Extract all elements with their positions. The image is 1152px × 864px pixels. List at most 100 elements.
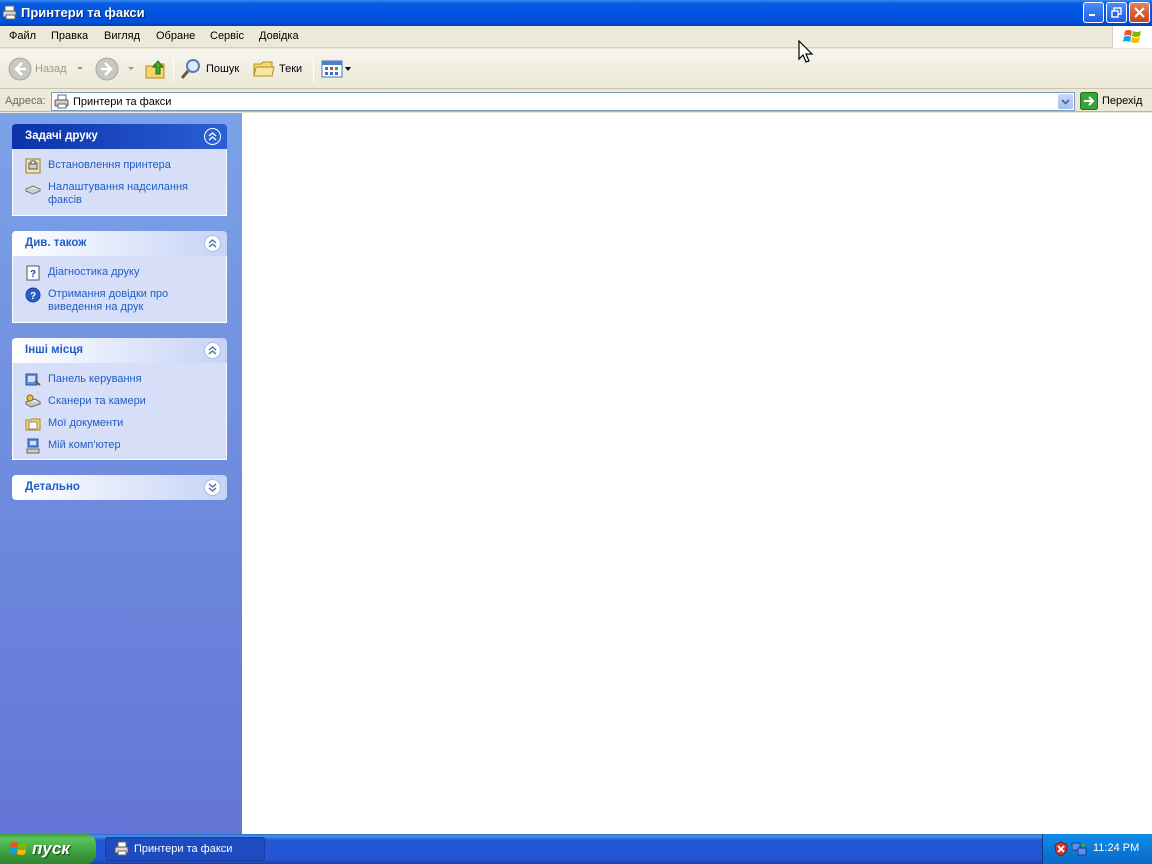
expand-chevron-icon[interactable] (204, 479, 221, 496)
restore-icon (1111, 7, 1122, 18)
menu-file[interactable]: Файл (9, 30, 36, 42)
printer-icon (2, 5, 17, 20)
clock: 11:24 PM (1093, 842, 1140, 854)
system-tray: 11:24 PM (1042, 834, 1152, 864)
scanner-icon (25, 394, 41, 408)
close-button[interactable] (1129, 2, 1150, 23)
scanners-cameras-label: Сканери та камери (48, 395, 146, 407)
forward-button[interactable] (95, 54, 119, 84)
other-places-header[interactable]: Інші місця (12, 338, 227, 363)
forward-arrow-icon (95, 57, 119, 81)
address-dropdown-button[interactable] (1058, 94, 1073, 109)
print-troubleshoot-link[interactable]: ? Діагностика друку (13, 264, 226, 286)
my-computer-icon (26, 438, 40, 454)
help-page-icon: ? (26, 265, 40, 281)
print-help-link[interactable]: ? Отримання довідки про виведення на дру… (13, 286, 226, 319)
my-documents-icon (25, 418, 41, 431)
toolbar: Назад Пошук Теки (0, 49, 1152, 89)
start-label: пуск (32, 839, 70, 858)
address-label: Адреса: (5, 95, 46, 107)
collapse-chevron-icon[interactable] (204, 128, 221, 145)
printer-icon (114, 841, 129, 856)
add-printer-icon (25, 158, 41, 174)
back-dropdown-icon[interactable] (77, 67, 83, 70)
taskbar: пуск Принтери та факси 11:24 PM (0, 834, 1152, 864)
mouse-cursor-icon (798, 40, 814, 63)
up-folder-icon (145, 60, 165, 79)
start-button[interactable]: пуск (0, 834, 96, 864)
see-also-group: Див. також ? Діагностика друку ? Отриман… (12, 231, 227, 323)
file-list-view[interactable] (242, 113, 1152, 834)
control-panel-link[interactable]: Панель керування (13, 371, 226, 393)
go-arrow-icon (1080, 92, 1098, 110)
collapse-chevron-icon[interactable] (204, 342, 221, 359)
add-printer-link[interactable]: Встановлення принтера (13, 157, 226, 179)
chevron-down-icon (1061, 99, 1070, 105)
details-group: Детально (12, 475, 227, 500)
views-button[interactable] (320, 54, 352, 84)
close-icon (1134, 7, 1145, 18)
my-computer-label: Мій комп'ютер (48, 439, 121, 451)
menu-bar: Файл Правка Вигляд Обране Сервіс Довідка (0, 26, 1152, 48)
toolbar-separator (173, 56, 174, 82)
folders-label: Теки (279, 63, 303, 75)
search-button[interactable]: Пошук (179, 54, 239, 84)
back-label: Назад (35, 63, 67, 75)
group-title: Детально (25, 481, 80, 493)
go-label: Перехід (1102, 95, 1143, 107)
group-title: Інші місця (25, 344, 83, 356)
taskbar-window-button[interactable]: Принтери та факси (105, 837, 265, 861)
my-documents-link[interactable]: Мої документи (13, 415, 226, 437)
back-button[interactable]: Назад (8, 54, 67, 84)
minimize-icon (1089, 14, 1095, 16)
collapse-chevron-icon[interactable] (204, 235, 221, 252)
control-panel-label: Панель керування (48, 373, 142, 385)
add-printer-label: Встановлення принтера (48, 159, 171, 171)
see-also-body: ? Діагностика друку ? Отримання довідки … (12, 256, 227, 323)
folders-button[interactable]: Теки (252, 54, 302, 84)
search-icon (180, 59, 200, 79)
printer-tasks-header[interactable]: Задачі друку (12, 124, 227, 149)
up-folder-button[interactable] (144, 54, 168, 84)
chevron-down-icon (345, 67, 351, 71)
printer-tasks-group: Задачі друку Встановлення принтера Налаш… (12, 124, 227, 216)
menu-help[interactable]: Довідка (259, 30, 299, 42)
my-computer-link[interactable]: Мій комп'ютер (13, 437, 226, 459)
details-header[interactable]: Детально (12, 475, 227, 500)
menu-favorites[interactable]: Обране (156, 30, 195, 42)
address-input[interactable]: Принтери та факси (51, 92, 1075, 111)
address-value: Принтери та факси (73, 96, 172, 108)
minimize-button[interactable] (1083, 2, 1104, 23)
security-alert-icon[interactable] (1053, 841, 1069, 857)
my-documents-label: Мої документи (48, 417, 124, 429)
windows-flag-icon (9, 842, 27, 855)
menu-view[interactable]: Вигляд (104, 30, 140, 42)
go-button[interactable]: Перехід (1080, 92, 1142, 110)
see-also-header[interactable]: Див. також (12, 231, 227, 256)
group-title: Див. також (25, 237, 87, 249)
printer-tasks-body: Встановлення принтера Налаштування надси… (12, 149, 227, 216)
restore-button[interactable] (1106, 2, 1127, 23)
scanners-cameras-link[interactable]: Сканери та камери (13, 393, 226, 415)
menu-tools[interactable]: Сервіс (210, 30, 244, 42)
windows-logo (1112, 26, 1152, 48)
window-title: Принтери та факси (21, 5, 145, 20)
fax-icon (25, 185, 41, 195)
group-title: Задачі друку (25, 130, 98, 142)
task-pane: Задачі друку Встановлення принтера Налаш… (0, 113, 242, 834)
title-bar[interactable]: Принтери та факси (0, 0, 1152, 26)
printer-icon (54, 94, 69, 109)
windows-flag-icon (1122, 30, 1141, 43)
menu-edit[interactable]: Правка (51, 30, 88, 42)
svg-text:?: ? (30, 269, 36, 280)
svg-text:?: ? (30, 291, 36, 302)
print-troubleshoot-label: Діагностика друку (48, 266, 140, 278)
forward-dropdown-icon[interactable] (128, 67, 134, 70)
print-help-label: Отримання довідки про виведення на друк (48, 288, 169, 313)
search-label: Пошук (206, 63, 240, 75)
address-bar: Адреса: Принтери та факси Перехід (0, 90, 1152, 112)
fax-setup-link[interactable]: Налаштування надсилання факсів (13, 179, 226, 212)
network-icon[interactable] (1071, 841, 1087, 857)
control-panel-icon (25, 373, 41, 386)
taskbar-window-label: Принтери та факси (134, 843, 233, 855)
